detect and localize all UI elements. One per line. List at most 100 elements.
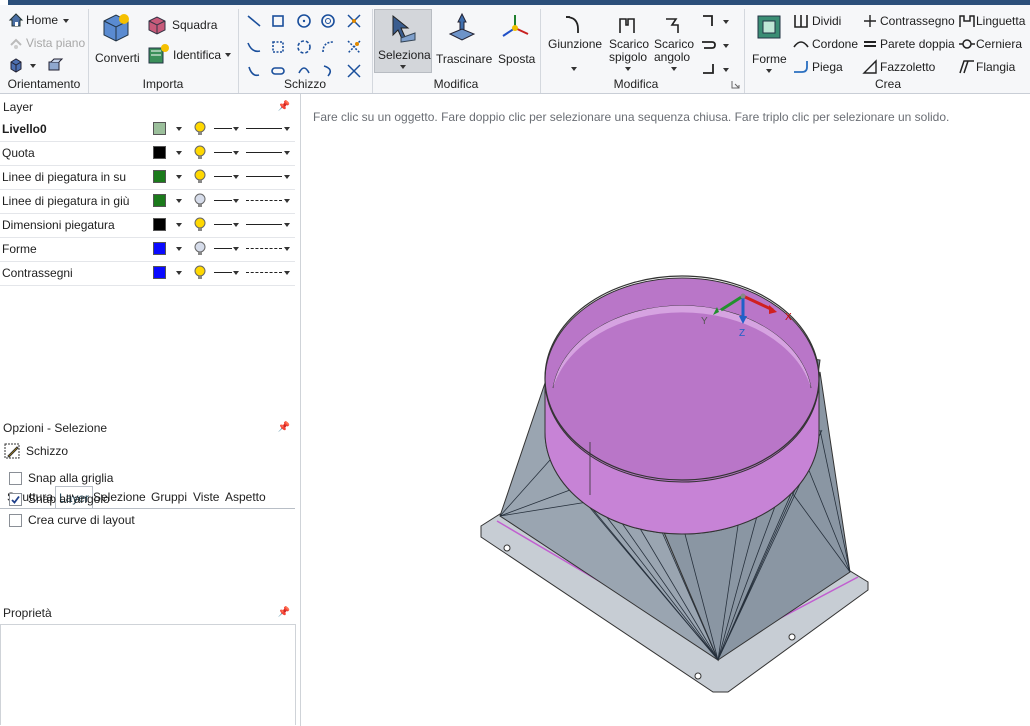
identifica-button[interactable]: Identifica [146,43,232,67]
pin-icon[interactable]: 📌 [278,97,290,117]
dialog-launcher-icon[interactable] [731,80,740,89]
chevron-down-icon[interactable] [284,175,290,179]
schizzo-mode-button[interactable]: Schizzo [4,442,84,460]
chevron-down-icon[interactable] [233,151,239,155]
chevron-down-icon[interactable] [233,271,239,275]
piega-button[interactable]: Piega [792,58,852,76]
tab-aspetto[interactable]: Aspetto [222,486,269,508]
chevron-down-icon[interactable] [233,175,239,179]
chevron-down-icon[interactable] [176,127,182,131]
layer-color-swatch[interactable] [153,170,166,183]
option-label[interactable]: Snap alla griglia [28,471,113,485]
chevron-down-icon[interactable] [723,68,729,72]
chevron-down-icon[interactable] [176,151,182,155]
layer-row[interactable]: Forme [0,237,295,262]
layer-color-swatch[interactable] [153,242,166,255]
line-weight-sample[interactable] [214,128,232,129]
chevron-down-icon[interactable] [284,223,290,227]
giunzione-button[interactable]: Giunzione [546,11,602,75]
line-weight-sample[interactable] [214,176,232,177]
layer-row[interactable]: Linee di piegatura in su [0,165,295,190]
line-weight-sample[interactable] [214,248,232,249]
trascinare-button[interactable]: Trascinare [434,9,492,71]
tab-gruppi[interactable]: Gruppi [148,486,190,508]
forme-button[interactable]: Forme [750,9,788,75]
chevron-down-icon[interactable] [284,151,290,155]
line-weight-sample[interactable] [214,272,232,273]
linguetta-button[interactable]: Linguetta [958,12,1028,30]
ellipse-tool-icon[interactable] [296,39,312,55]
pin-icon[interactable]: 📌 [278,603,290,623]
parete-doppia-button[interactable]: Parete doppia [862,35,955,53]
layer-color-swatch[interactable] [153,266,166,279]
layer-row[interactable]: Contrassegni [0,261,295,286]
vista-piano-button[interactable]: Vista piano [6,34,86,52]
option-label[interactable]: Snap all'angolo [28,492,110,506]
home-button[interactable]: Home [6,11,74,29]
chevron-down-icon[interactable] [176,175,182,179]
bend-corner-icon[interactable] [700,61,718,77]
option-checkbox[interactable] [9,493,22,506]
trim-tool-icon[interactable] [346,13,362,29]
line-weight-sample[interactable] [214,152,232,153]
line-style-sample[interactable] [246,176,282,177]
option-checkbox[interactable] [9,514,22,527]
visibility-bulb-icon[interactable] [194,121,206,137]
fazzoletto-button[interactable]: Fazzoletto [862,58,942,76]
chevron-down-icon[interactable] [233,199,239,203]
chevron-down-icon[interactable] [176,223,182,227]
sposta-button[interactable]: Sposta [494,9,536,71]
orbit-view-icon[interactable] [46,56,64,74]
layer-row[interactable]: Dimensioni piegatura [0,213,295,238]
contrassegno-button[interactable]: Contrassegno [862,12,955,30]
chevron-down-icon[interactable] [233,127,239,131]
chevron-down-icon[interactable] [176,199,182,203]
sheet-metal-transition-model[interactable] [301,94,1030,726]
line-weight-sample[interactable] [214,200,232,201]
axis-triad-icon[interactable]: Y X Z [693,286,803,346]
view-cube-button[interactable] [6,56,38,74]
line-style-sample[interactable] [246,152,282,153]
mirror-tool-icon[interactable] [346,39,362,55]
cordone-button[interactable]: Cordone [792,35,858,53]
squadra-button[interactable]: Squadra [146,14,218,36]
line-style-sample[interactable] [246,248,282,249]
option-label[interactable]: Crea curve di layout [28,513,135,527]
visibility-bulb-icon[interactable] [194,241,206,257]
visibility-bulb-icon[interactable] [194,169,206,185]
layer-color-swatch[interactable] [153,122,166,135]
hem-tool-icon[interactable] [700,37,718,53]
chevron-down-icon[interactable] [176,271,182,275]
line-style-sample[interactable] [246,128,282,129]
scarico-angolo-button[interactable]: Scarico angolo [652,11,696,75]
chevron-down-icon[interactable] [723,44,729,48]
cerniera-button[interactable]: Cerniera [958,35,1028,53]
converti-button[interactable]: Converti [92,11,140,73]
visibility-bulb-icon[interactable] [194,193,206,209]
spline-tool-icon[interactable] [246,39,262,55]
scarico-spigolo-button[interactable]: Scarico spigolo [606,11,650,75]
tab-viste[interactable]: Viste [190,486,222,508]
line-style-sample[interactable] [246,200,282,201]
pin-icon[interactable]: 📌 [278,418,290,438]
layer-color-swatch[interactable] [153,218,166,231]
polygon-tool-icon[interactable] [270,39,286,55]
rectangle-tool-icon[interactable] [270,13,286,29]
corner-tool-icon[interactable] [700,13,718,29]
arc-tool-icon[interactable] [320,39,336,55]
option-checkbox[interactable] [9,472,22,485]
layer-row[interactable]: Livello0 [0,117,295,142]
line-style-sample[interactable] [246,272,282,273]
seleziona-button[interactable]: Seleziona [374,9,432,73]
dividi-button[interactable]: Dividi [792,12,852,30]
visibility-bulb-icon[interactable] [194,217,206,233]
chevron-down-icon[interactable] [233,223,239,227]
line-style-sample[interactable] [246,224,282,225]
flangia-button[interactable]: Flangia [958,58,1028,76]
chevron-down-icon[interactable] [233,247,239,251]
chevron-down-icon[interactable] [284,271,290,275]
layer-row[interactable]: Quota [0,141,295,166]
line-weight-sample[interactable] [214,224,232,225]
line-tool-icon[interactable] [246,13,262,29]
chevron-down-icon[interactable] [176,247,182,251]
